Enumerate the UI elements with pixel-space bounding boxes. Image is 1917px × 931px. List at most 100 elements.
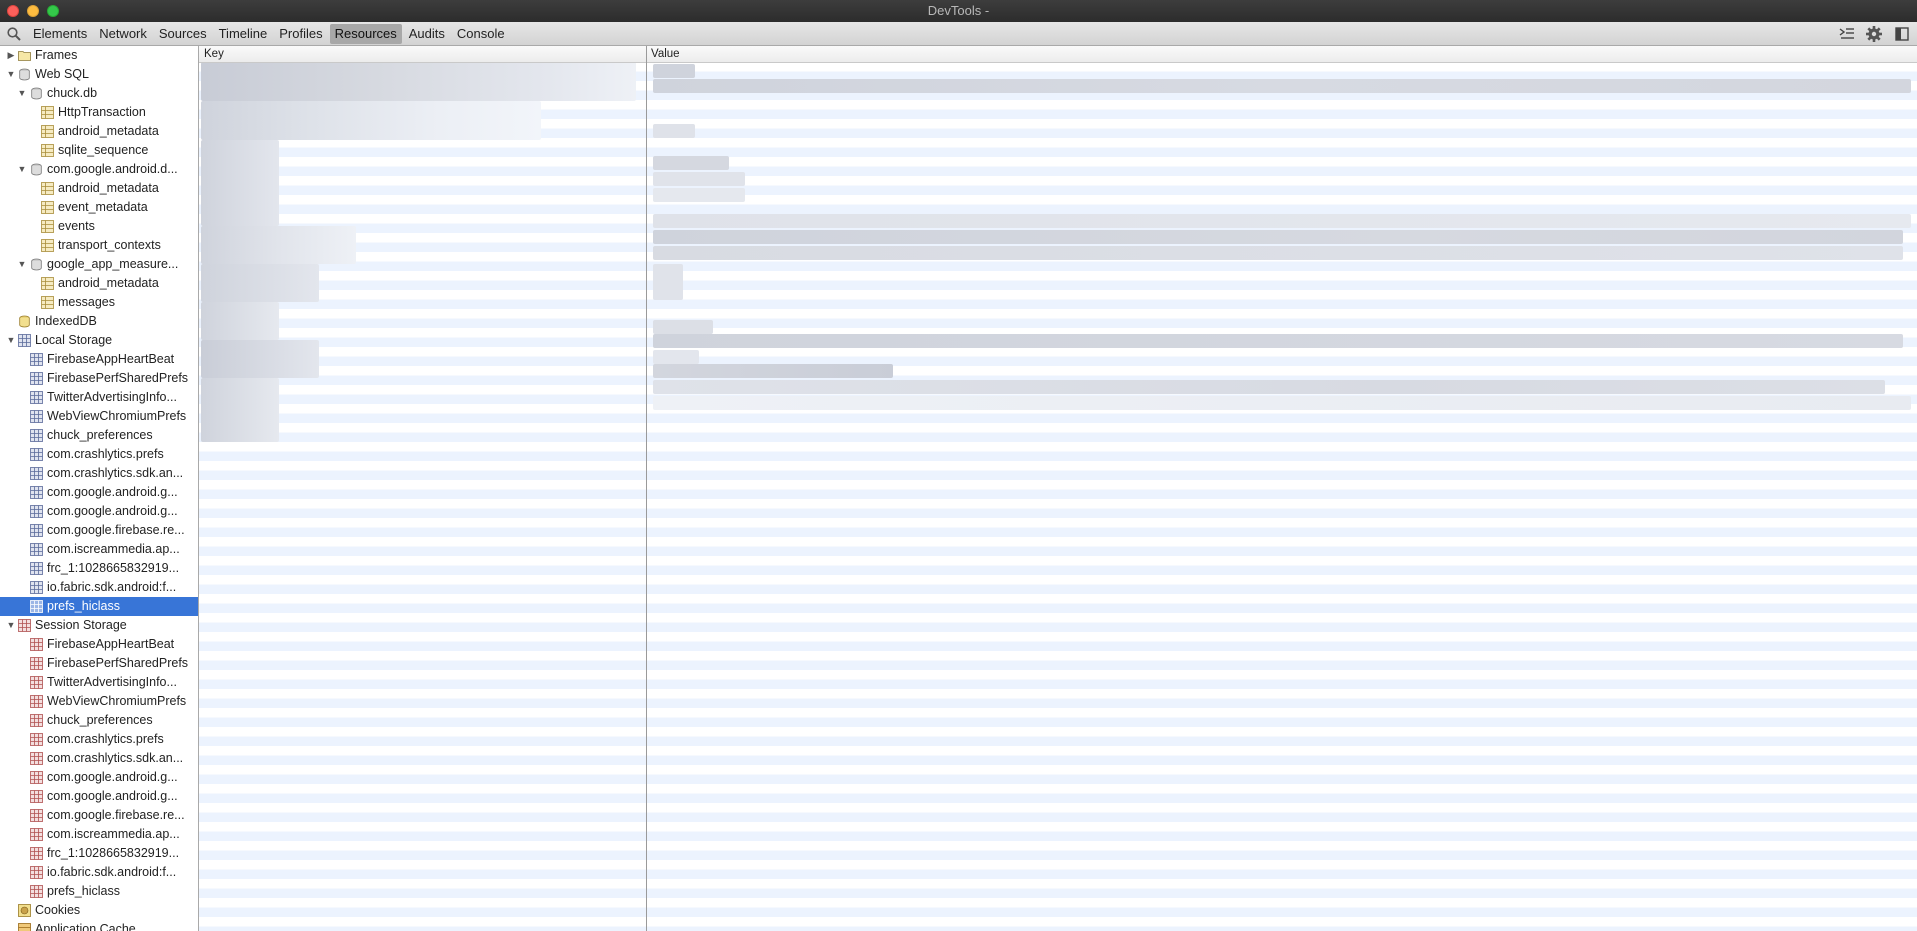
local-storage-item[interactable]: com.iscreammedia.ap... <box>0 540 198 559</box>
column-header-value[interactable]: Value <box>651 46 680 62</box>
tab-sources[interactable]: Sources <box>154 24 212 44</box>
local-storage-item[interactable]: com.crashlytics.prefs <box>0 445 198 464</box>
tree-item-database[interactable]: ▼ chuck.db <box>0 84 198 103</box>
tree-item-cookies[interactable]: Cookies <box>0 901 198 920</box>
local-storage-icon <box>30 448 43 461</box>
tab-timeline[interactable]: Timeline <box>214 24 273 44</box>
tree-label: events <box>58 219 95 233</box>
tree-item-table[interactable]: messages <box>0 293 198 312</box>
tree-item-table[interactable]: HttpTransaction <box>0 103 198 122</box>
tab-audits[interactable]: Audits <box>404 24 450 44</box>
tab-console[interactable]: Console <box>452 24 510 44</box>
local-storage-icon <box>30 353 43 366</box>
tab-resources[interactable]: Resources <box>329 24 402 44</box>
session-storage-item[interactable]: com.google.android.g... <box>0 768 198 787</box>
tree-label: google_app_measure... <box>47 257 179 271</box>
zoom-window-button[interactable] <box>47 5 59 17</box>
local-storage-item[interactable]: io.fabric.sdk.android:f... <box>0 578 198 597</box>
tree-item-table[interactable]: event_metadata <box>0 198 198 217</box>
local-storage-icon <box>30 391 43 404</box>
tree-label: com.google.android.g... <box>47 789 178 803</box>
session-storage-icon <box>30 790 43 803</box>
console-drawer-icon[interactable] <box>1838 25 1856 43</box>
tree-item-local-storage[interactable]: ▼ Local Storage <box>0 331 198 350</box>
minimize-window-button[interactable] <box>27 5 39 17</box>
disclosure-down-icon[interactable]: ▼ <box>17 255 27 274</box>
tree-item-table[interactable]: events <box>0 217 198 236</box>
tree-label: android_metadata <box>58 276 159 290</box>
local-storage-item[interactable]: com.crashlytics.sdk.an... <box>0 464 198 483</box>
tree-item-database[interactable]: ▼ com.google.android.d... <box>0 160 198 179</box>
session-storage-item[interactable]: frc_1:1028665832919... <box>0 844 198 863</box>
tree-label: transport_contexts <box>58 238 161 252</box>
tree-item-table[interactable]: android_metadata <box>0 179 198 198</box>
local-storage-icon <box>30 600 43 613</box>
disclosure-down-icon[interactable]: ▼ <box>17 84 27 103</box>
tab-network[interactable]: Network <box>94 24 152 44</box>
session-storage-item[interactable]: FirebasePerfSharedPrefs <box>0 654 198 673</box>
tree-item-application-cache[interactable]: Application Cache <box>0 920 198 931</box>
disclosure-down-icon[interactable]: ▼ <box>6 331 16 350</box>
settings-gear-icon[interactable] <box>1865 25 1883 43</box>
tree-label: Local Storage <box>35 333 113 347</box>
session-storage-item[interactable]: TwitterAdvertisingInfo... <box>0 673 198 692</box>
tree-item-database[interactable]: ▼ google_app_measure... <box>0 255 198 274</box>
local-storage-item[interactable]: FirebaseAppHeartBeat <box>0 350 198 369</box>
dock-side-icon[interactable] <box>1893 25 1911 43</box>
session-storage-item[interactable]: com.google.android.g... <box>0 787 198 806</box>
local-storage-item[interactable]: com.google.firebase.re... <box>0 521 198 540</box>
tree-label: messages <box>58 295 115 309</box>
tab-profiles[interactable]: Profiles <box>274 24 327 44</box>
local-storage-item[interactable]: com.google.android.g... <box>0 483 198 502</box>
column-resizer[interactable] <box>646 46 647 931</box>
tree-label: IndexedDB <box>35 314 97 328</box>
table-icon <box>41 182 54 195</box>
tab-elements[interactable]: Elements <box>28 24 92 44</box>
resources-sidebar: ▶ Frames ▼ Web SQL ▼ chuck.db HttpTransa… <box>0 46 199 931</box>
database-icon <box>31 258 42 271</box>
local-storage-item[interactable]: TwitterAdvertisingInfo... <box>0 388 198 407</box>
local-storage-item[interactable]: FirebasePerfSharedPrefs <box>0 369 198 388</box>
local-storage-item[interactable]: com.google.android.g... <box>0 502 198 521</box>
local-storage-item[interactable]: WebViewChromiumPrefs <box>0 407 198 426</box>
disclosure-down-icon[interactable]: ▼ <box>17 160 27 179</box>
column-header-key[interactable]: Key <box>204 46 224 62</box>
tree-item-table[interactable]: sqlite_sequence <box>0 141 198 160</box>
table-icon <box>41 106 54 119</box>
local-storage-icon <box>30 543 43 556</box>
session-storage-item[interactable]: com.crashlytics.sdk.an... <box>0 749 198 768</box>
local-storage-icon <box>30 524 43 537</box>
session-storage-item[interactable]: com.iscreammedia.ap... <box>0 825 198 844</box>
session-storage-item[interactable]: com.crashlytics.prefs <box>0 730 198 749</box>
tree-item-frames[interactable]: ▶ Frames <box>0 46 198 65</box>
tree-item-table[interactable]: android_metadata <box>0 274 198 293</box>
session-storage-item[interactable]: FirebaseAppHeartBeat <box>0 635 198 654</box>
session-storage-item[interactable]: chuck_preferences <box>0 711 198 730</box>
disclosure-down-icon[interactable]: ▼ <box>6 65 16 84</box>
tree-item-session-storage[interactable]: ▼ Session Storage <box>0 616 198 635</box>
disclosure-right-icon[interactable]: ▶ <box>6 46 16 65</box>
local-storage-item[interactable]: prefs_hiclass <box>0 597 198 616</box>
tree-label: Application Cache <box>35 922 136 931</box>
grid-rows <box>199 62 1917 931</box>
disclosure-down-icon[interactable]: ▼ <box>6 616 16 635</box>
tree-item-indexeddb[interactable]: IndexedDB <box>0 312 198 331</box>
session-storage-item[interactable]: io.fabric.sdk.android:f... <box>0 863 198 882</box>
tree-label: Cookies <box>35 903 81 917</box>
session-storage-icon <box>18 619 31 632</box>
tree-item-web-sql[interactable]: ▼ Web SQL <box>0 65 198 84</box>
search-icon[interactable] <box>6 26 22 42</box>
tree-label: frc_1:1028665832919... <box>47 846 180 860</box>
tree-item-table[interactable]: transport_contexts <box>0 236 198 255</box>
session-storage-item[interactable]: prefs_hiclass <box>0 882 198 901</box>
session-storage-item[interactable]: WebViewChromiumPrefs <box>0 692 198 711</box>
tree-label: TwitterAdvertisingInfo... <box>47 675 177 689</box>
local-storage-item[interactable]: chuck_preferences <box>0 426 198 445</box>
session-storage-item[interactable]: com.google.firebase.re... <box>0 806 198 825</box>
tree-item-table[interactable]: android_metadata <box>0 122 198 141</box>
local-storage-item[interactable]: frc_1:1028665832919... <box>0 559 198 578</box>
tree-label: android_metadata <box>58 181 159 195</box>
session-storage-icon <box>30 657 43 670</box>
close-window-button[interactable] <box>7 5 19 17</box>
tree-label: FirebasePerfSharedPrefs <box>47 371 189 385</box>
